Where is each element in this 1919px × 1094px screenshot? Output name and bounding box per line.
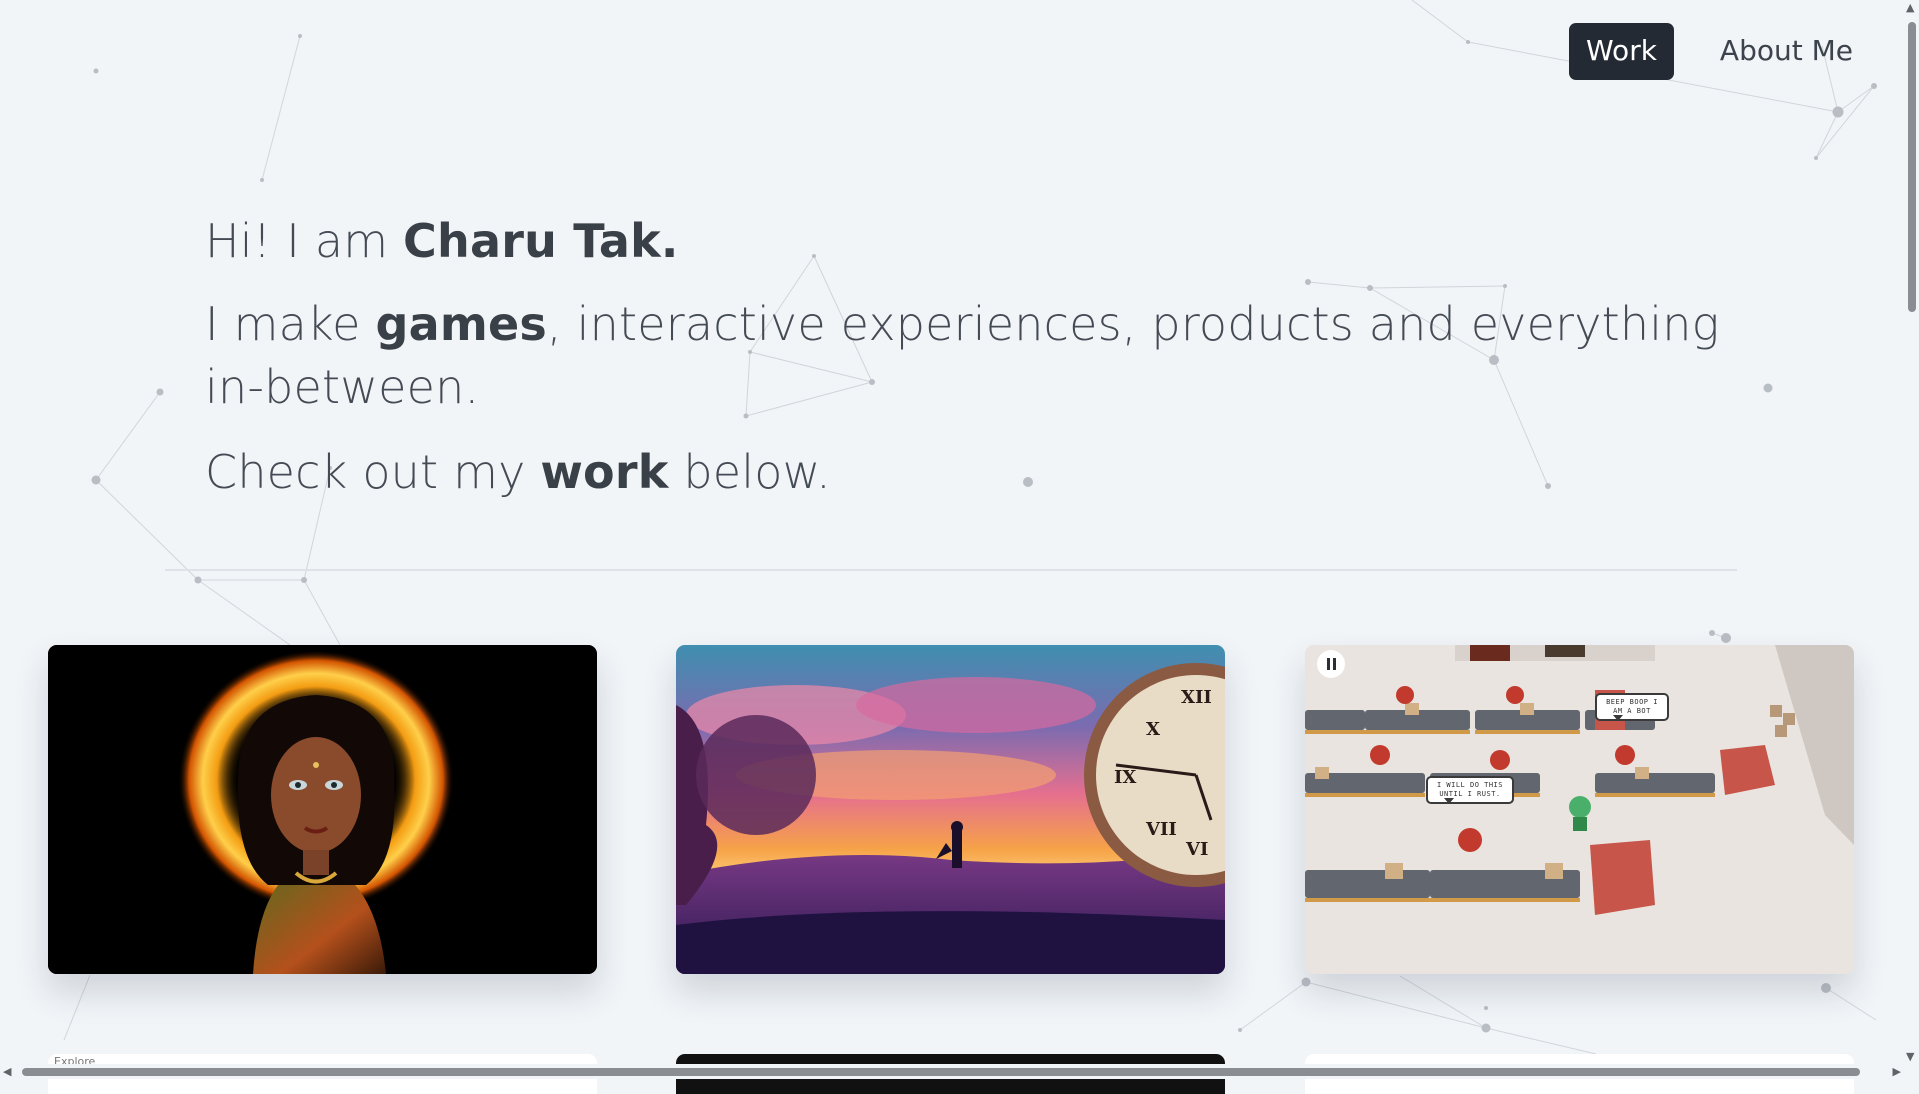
horizontal-scrollbar[interactable]: ◀ ▶ <box>0 1064 1904 1079</box>
nav-work[interactable]: Work <box>1569 23 1674 80</box>
vertical-scroll-thumb[interactable] <box>1908 22 1916 312</box>
tagline-highlight: games <box>375 297 547 351</box>
cta-highlight: work <box>540 445 669 499</box>
svg-text:IX: IX <box>1114 767 1136 788</box>
project-card-3[interactable]: I WILL DO THIS UNTIL I RUST. BEEP BOOP I… <box>1305 645 1854 974</box>
hero-intro: Hi! I am Charu Tak. I make games, intera… <box>205 210 1765 504</box>
scroll-right-arrow-icon[interactable]: ▶ <box>1893 1066 1901 1077</box>
cta-suffix: below. <box>668 445 831 499</box>
speech-bubble-1: I WILL DO THIS UNTIL I RUST. <box>1426 776 1514 804</box>
svg-text:VI: VI <box>1185 839 1208 860</box>
project-card-2[interactable]: XII IX X VII VI <box>676 645 1225 974</box>
svg-text:XII: XII <box>1181 687 1212 708</box>
horizontal-scroll-thumb[interactable] <box>22 1068 1860 1076</box>
speech-bubble-2: BEEP BOOP I AM A BOT <box>1595 693 1669 721</box>
hero-tagline: I make games, interactive experiences, p… <box>205 293 1765 419</box>
nav-about-me[interactable]: About Me <box>1714 23 1859 80</box>
tagline-prefix: I make <box>205 297 376 351</box>
cta-prefix: Check out my <box>205 445 541 499</box>
pause-video-button[interactable] <box>1317 650 1345 678</box>
scroll-up-arrow-icon[interactable]: ▲ <box>1906 2 1914 13</box>
project-thumbnail-woman-fire-halo <box>48 645 597 974</box>
top-navigation: Work About Me <box>1569 23 1859 80</box>
hero-greeting: Hi! I am Charu Tak. <box>205 210 1765 273</box>
project-thumbnail-game-office-scene <box>1305 645 1854 974</box>
project-thumbnail-sunset-clock: XII IX X VII VI <box>676 645 1225 974</box>
svg-text:VII: VII <box>1145 819 1177 840</box>
scroll-left-arrow-icon[interactable]: ◀ <box>3 1066 11 1077</box>
project-card-1[interactable] <box>48 645 597 974</box>
vertical-scrollbar[interactable]: ▲ ▼ <box>1904 0 1919 1064</box>
svg-text:X: X <box>1146 719 1160 740</box>
author-name: Charu Tak. <box>403 214 679 268</box>
greeting-text: Hi! I am <box>205 214 404 268</box>
hero-cta-text: Check out my work below. <box>205 441 1765 504</box>
section-divider <box>165 569 1737 571</box>
scroll-down-arrow-icon[interactable]: ▼ <box>1906 1051 1914 1062</box>
